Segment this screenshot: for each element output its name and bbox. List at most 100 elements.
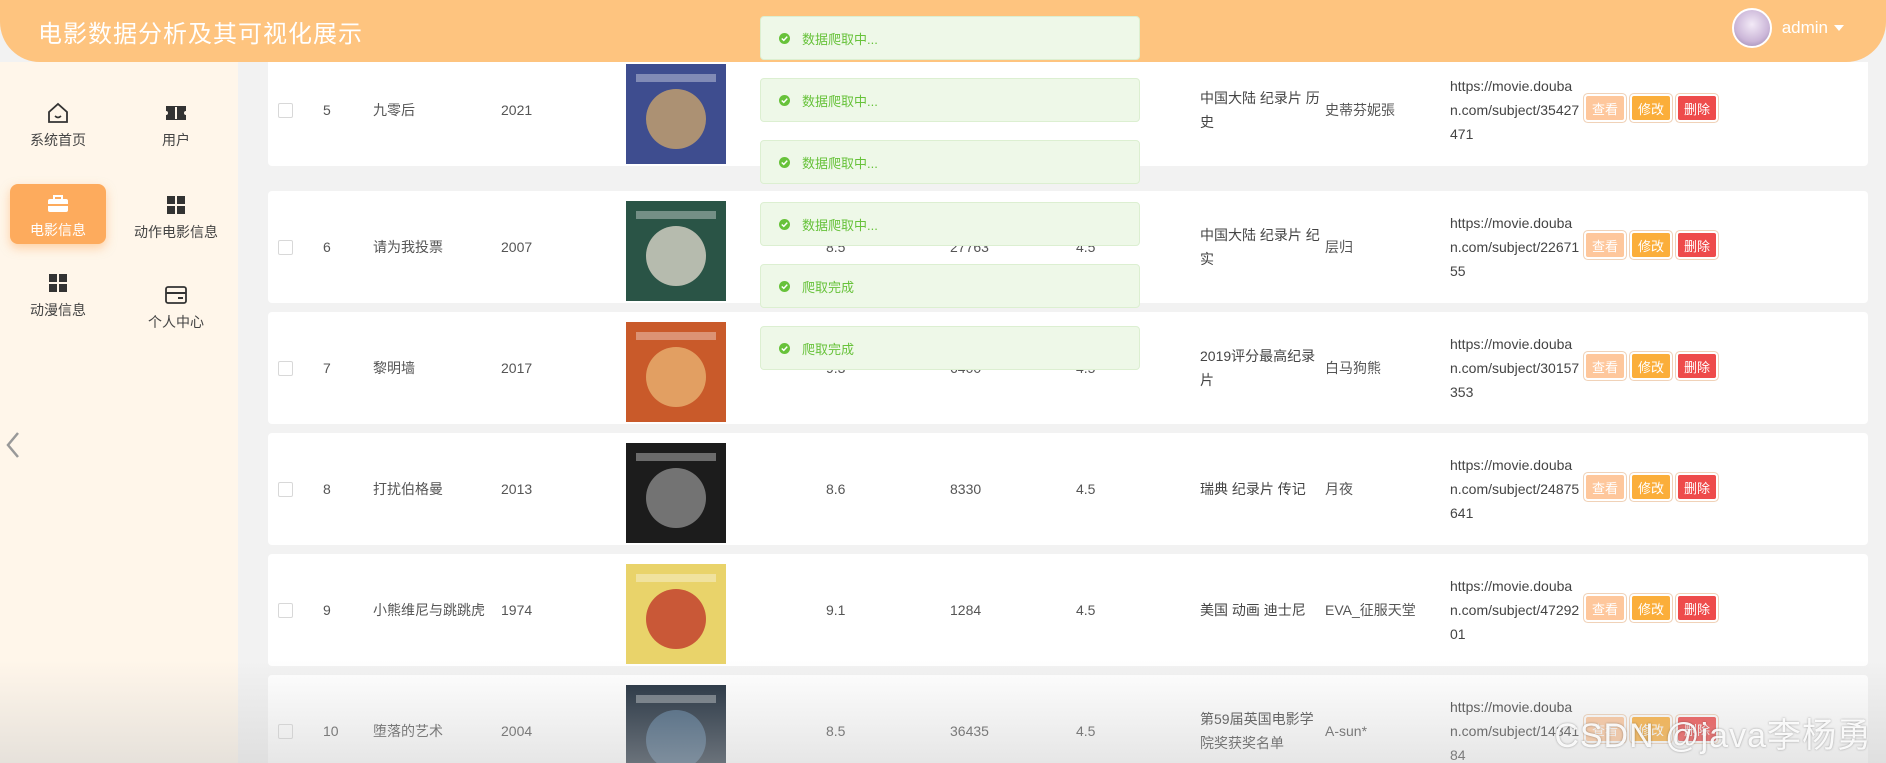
home-icon (48, 102, 68, 123)
movie-title: 小熊维尼与跳跳虎 (373, 602, 485, 618)
toast-message: 数据爬取中... (760, 16, 1140, 60)
sidebar-item-label: 动漫信息 (30, 302, 86, 318)
row-checkbox[interactable] (278, 602, 293, 618)
toast-text: 爬取完成 (802, 341, 855, 357)
edit-button[interactable]: 修改 (1632, 233, 1670, 257)
edit-button[interactable]: 修改 (1632, 96, 1670, 120)
row-select-cell (278, 433, 293, 545)
ticket-icon (166, 106, 186, 120)
row-checkbox[interactable] (278, 723, 293, 739)
view-button[interactable]: 查看 (1586, 233, 1624, 257)
row-checkbox[interactable] (278, 102, 293, 118)
toast-message: 数据爬取中... (760, 140, 1140, 184)
movie-poster (626, 564, 726, 664)
release-year: 2004 (501, 723, 533, 739)
uploader: 月夜 (1325, 481, 1353, 497)
release-year: 2021 (501, 102, 533, 118)
uploader: EVA_征服天堂 (1325, 602, 1416, 618)
briefcase-icon (48, 195, 68, 212)
movie-poster (626, 443, 726, 543)
movie-url[interactable]: https://movie.douban.com/subject/3015735… (1450, 332, 1580, 404)
check-circle-icon (779, 218, 790, 230)
check-circle-icon (779, 94, 790, 106)
sidebar-item-label: 电影信息 (30, 222, 86, 238)
movie-tags: 美国 动画 迪士尼 (1200, 602, 1306, 618)
release-year: 2017 (501, 360, 533, 376)
card-icon (165, 286, 187, 304)
view-button[interactable]: 查看 (1586, 596, 1624, 620)
table-row: 8 打扰伯格曼 2013 8.6 8330 4.5 瑞典 纪录片 传记 月夜 https://m… (268, 433, 1868, 545)
sidebar-item-anime[interactable]: 动漫信息 (10, 270, 106, 330)
sidebar-item-movie-info[interactable]: 电影信息 (10, 184, 106, 244)
movie-url[interactable]: https://movie.douban.com/subject/2267155 (1450, 211, 1580, 283)
row-select-cell (278, 62, 293, 166)
toast-message: 数据爬取中... (760, 78, 1140, 122)
view-button[interactable]: 查看 (1586, 354, 1624, 378)
toast-text: 数据爬取中... (802, 93, 878, 109)
delete-button[interactable]: 删除 (1678, 354, 1716, 378)
row-checkbox[interactable] (278, 239, 293, 255)
app-title: 电影数据分析及其可视化展示 (38, 21, 363, 48)
movie-title: 请为我投票 (373, 239, 443, 255)
check-circle-icon (779, 32, 790, 44)
sidebar-item-home[interactable]: 系统首页 (10, 100, 106, 160)
avatar[interactable] (1731, 8, 1772, 48)
uploader: 层归 (1325, 239, 1353, 255)
view-button[interactable]: 查看 (1586, 475, 1624, 499)
row-id: 6 (323, 239, 331, 255)
movie-title: 黎明墙 (373, 360, 415, 376)
movie-url[interactable]: https://movie.douban.com/subject/4729201 (1450, 574, 1580, 646)
star-rating: 4.5 (1076, 723, 1096, 739)
view-button[interactable]: 查看 (1586, 96, 1624, 120)
edit-button[interactable]: 修改 (1632, 596, 1670, 620)
username[interactable]: admin (1782, 18, 1828, 38)
movie-tags: 第59届英国电影学院奖获奖名单 (1200, 711, 1314, 751)
toast-text: 数据爬取中... (802, 155, 878, 171)
row-select-cell (278, 675, 293, 763)
user-menu[interactable]: admin (1731, 8, 1844, 48)
vote-count: 36435 (950, 723, 989, 739)
release-year: 2013 (501, 481, 533, 497)
vote-count: 1284 (950, 602, 982, 618)
star-rating: 4.5 (1076, 602, 1096, 618)
movie-title: 打扰伯格曼 (373, 481, 443, 497)
movie-tags: 中国大陆 纪录片 历史 (1200, 90, 1320, 130)
movie-poster (626, 64, 726, 164)
chevron-down-icon[interactable] (1834, 25, 1844, 31)
edit-button[interactable]: 修改 (1632, 354, 1670, 378)
delete-button[interactable]: 删除 (1678, 233, 1716, 257)
movie-poster (626, 322, 726, 422)
movie-tags: 中国大陆 纪录片 纪实 (1200, 227, 1320, 267)
edit-button[interactable]: 修改 (1632, 475, 1670, 499)
toast-message: 爬取完成 (760, 326, 1140, 370)
sidebar-item-profile[interactable]: 个人中心 (128, 282, 224, 342)
sidebar-item-users[interactable]: 用户 (128, 100, 224, 160)
sidebar-item-label: 系统首页 (30, 132, 86, 148)
check-circle-icon (779, 342, 790, 354)
sidebar-item-label: 动作电影信息 (134, 224, 218, 240)
row-checkbox[interactable] (278, 360, 293, 376)
toast-text: 数据爬取中... (802, 31, 878, 47)
row-id: 7 (323, 360, 331, 376)
uploader: 白马狗熊 (1325, 360, 1381, 376)
row-checkbox[interactable] (278, 481, 293, 497)
check-circle-icon (779, 280, 790, 292)
collapse-sidebar-icon[interactable] (4, 430, 22, 460)
sidebar-item-action-movies[interactable]: 动作电影信息 (128, 192, 224, 252)
movie-tags: 2019评分最高纪录片 (1200, 348, 1316, 388)
movie-poster (626, 201, 726, 301)
movie-score: 9.1 (826, 602, 846, 618)
uploader: A-sun* (1325, 723, 1368, 739)
toast-message: 爬取完成 (760, 264, 1140, 308)
delete-button[interactable]: 删除 (1678, 96, 1716, 120)
row-select-cell (278, 554, 293, 666)
delete-button[interactable]: 删除 (1678, 596, 1716, 620)
sidebar-item-label: 用户 (162, 132, 190, 148)
row-select-cell (278, 191, 293, 303)
movie-url[interactable]: https://movie.douban.com/subject/3542747… (1450, 74, 1580, 146)
grid-icon (167, 196, 185, 214)
movie-url[interactable]: https://movie.douban.com/subject/2487564… (1450, 453, 1580, 525)
row-id: 9 (323, 602, 331, 618)
release-year: 1974 (501, 602, 533, 618)
delete-button[interactable]: 删除 (1678, 475, 1716, 499)
